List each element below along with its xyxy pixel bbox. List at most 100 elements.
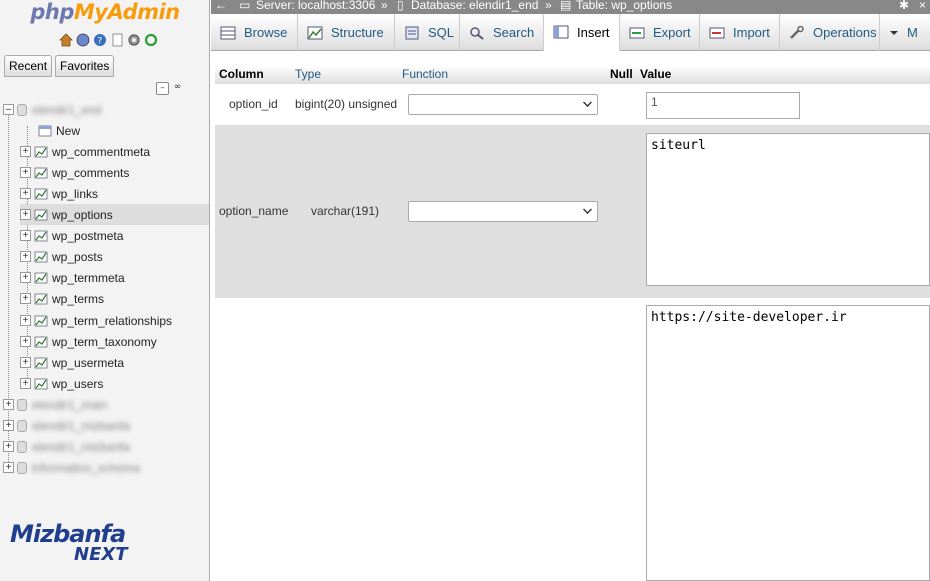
database-name[interactable]: elendir1_mizbanfa: [32, 440, 130, 454]
expand-icon[interactable]: +: [3, 399, 14, 410]
database-name[interactable]: elendir1_end: [32, 103, 101, 117]
table-item[interactable]: + wp_postmeta: [20, 225, 123, 246]
expand-icon[interactable]: +: [20, 167, 31, 178]
table-item[interactable]: + wp_posts: [20, 246, 103, 267]
tab-import[interactable]: Import: [700, 14, 780, 51]
table-item[interactable]: + wp_users: [20, 373, 103, 394]
table-name[interactable]: wp_postmeta: [52, 229, 123, 243]
expand-icon[interactable]: +: [20, 209, 31, 220]
back-arrow-icon[interactable]: ←: [215, 0, 227, 11]
table-item[interactable]: + wp_usermeta: [20, 352, 124, 373]
database-node[interactable]: + elendir1_mizbanfa: [3, 415, 130, 436]
insert-table-header: Column Type Function Null Value: [215, 66, 930, 84]
quick-links: ?: [58, 32, 158, 47]
breadcrumb-separator: »: [545, 0, 552, 12]
table-name[interactable]: wp_commentmeta: [52, 145, 150, 159]
insert-icon: [553, 25, 569, 39]
expand-icon[interactable]: +: [3, 441, 14, 452]
column-type: bigint(20) unsigned: [295, 97, 398, 111]
tab-structure[interactable]: Structure: [298, 14, 395, 51]
table-name[interactable]: wp_options: [52, 208, 113, 222]
tab-sql[interactable]: SQL: [395, 14, 460, 51]
table-name[interactable]: wp_term_relationships: [52, 314, 172, 328]
database-name[interactable]: elendir1_main: [32, 398, 107, 412]
settings-icon[interactable]: ✱: [899, 0, 909, 11]
table-name[interactable]: wp_comments: [52, 166, 129, 180]
table-icon: [34, 272, 48, 284]
tab-more[interactable]: M: [880, 14, 930, 51]
help-icon[interactable]: ?: [92, 32, 107, 47]
tab-export[interactable]: Export: [620, 14, 700, 51]
value-input[interactable]: 1: [646, 92, 800, 119]
expand-icon[interactable]: +: [3, 420, 14, 431]
tab-search[interactable]: Search: [460, 14, 544, 51]
table-item[interactable]: + wp_commentmeta: [20, 141, 150, 162]
export-icon: [629, 26, 645, 40]
tab-operations[interactable]: Operations: [780, 14, 880, 51]
database-node[interactable]: + information_schema: [3, 457, 140, 478]
database-name[interactable]: information_schema: [32, 461, 140, 475]
table-name[interactable]: wp_termmeta: [52, 271, 125, 285]
recent-tab[interactable]: Recent: [4, 55, 53, 77]
value-textarea[interactable]: https://site-developer.ir: [646, 305, 930, 581]
chevron-down-icon: [583, 98, 592, 107]
database-icon: [17, 419, 27, 432]
expand-icon[interactable]: +: [20, 315, 31, 326]
main-panel: ← ▭ Server: localhost:3306 » ▯ Database:…: [211, 0, 930, 581]
table-item[interactable]: + wp_term_taxonomy: [20, 331, 157, 352]
table-name[interactable]: wp_users: [52, 377, 103, 391]
breadcrumb-server[interactable]: Server: localhost:3306: [256, 0, 375, 11]
operations-icon: [789, 25, 805, 40]
table-name[interactable]: wp_posts: [52, 250, 103, 264]
function-select[interactable]: [408, 201, 598, 222]
new-table-item[interactable]: New: [38, 120, 80, 141]
expand-icon[interactable]: +: [20, 272, 31, 283]
breadcrumb-database[interactable]: Database: elendir1_end: [411, 0, 538, 11]
expand-icon[interactable]: +: [3, 462, 14, 473]
chevron-down-icon: [583, 205, 592, 214]
tab-insert[interactable]: Insert: [544, 14, 620, 51]
expand-icon[interactable]: +: [20, 146, 31, 157]
expand-icon[interactable]: +: [20, 357, 31, 368]
database-name[interactable]: elendir1_mizbanfa: [32, 419, 130, 433]
collapse-all-icon[interactable]: –: [156, 82, 169, 95]
close-icon[interactable]: ×: [919, 0, 926, 11]
docs-icon[interactable]: [109, 32, 124, 47]
expand-icon[interactable]: +: [20, 251, 31, 262]
breadcrumb-table[interactable]: Table: wp_options: [576, 0, 672, 11]
table-item-selected[interactable]: + wp_options: [20, 204, 209, 225]
collapse-icon[interactable]: –: [3, 104, 14, 115]
table-item[interactable]: + wp_term_relationships: [20, 310, 172, 331]
phpmyadmin-logo[interactable]: phpMyAdmin: [0, 0, 209, 24]
value-textarea[interactable]: siteurl: [646, 133, 930, 286]
expand-icon[interactable]: +: [20, 230, 31, 241]
tab-browse[interactable]: Browse: [211, 14, 298, 51]
expand-icon[interactable]: +: [20, 188, 31, 199]
database-node[interactable]: + elendir1_main: [3, 394, 107, 415]
table-item[interactable]: + wp_terms: [20, 288, 104, 309]
database-node[interactable]: + elendir1_mizbanfa: [3, 436, 130, 457]
database-node[interactable]: – elendir1_end: [3, 99, 101, 120]
table-item[interactable]: + wp_comments: [20, 162, 129, 183]
logout-icon[interactable]: [75, 32, 90, 47]
table-icon: [34, 251, 48, 263]
table-name[interactable]: wp_terms: [52, 292, 104, 306]
expand-icon[interactable]: +: [20, 378, 31, 389]
column-header: Column: [219, 67, 264, 81]
reload-icon[interactable]: [143, 32, 158, 47]
function-select[interactable]: [408, 94, 598, 115]
expand-icon[interactable]: +: [20, 293, 31, 304]
table-name[interactable]: wp_links: [52, 187, 98, 201]
link-with-main-icon[interactable]: ∞: [171, 82, 184, 95]
sql-icon: [404, 26, 420, 40]
table-name[interactable]: wp_usermeta: [52, 356, 124, 370]
settings-icon[interactable]: [126, 32, 141, 47]
table-item[interactable]: + wp_links: [20, 183, 98, 204]
expand-icon[interactable]: +: [20, 336, 31, 347]
table-item[interactable]: + wp_termmeta: [20, 267, 125, 288]
favorites-tab[interactable]: Favorites: [55, 55, 115, 77]
home-icon[interactable]: [58, 32, 73, 47]
search-icon: [469, 26, 485, 40]
new-label[interactable]: New: [56, 124, 80, 138]
table-name[interactable]: wp_term_taxonomy: [52, 335, 157, 349]
